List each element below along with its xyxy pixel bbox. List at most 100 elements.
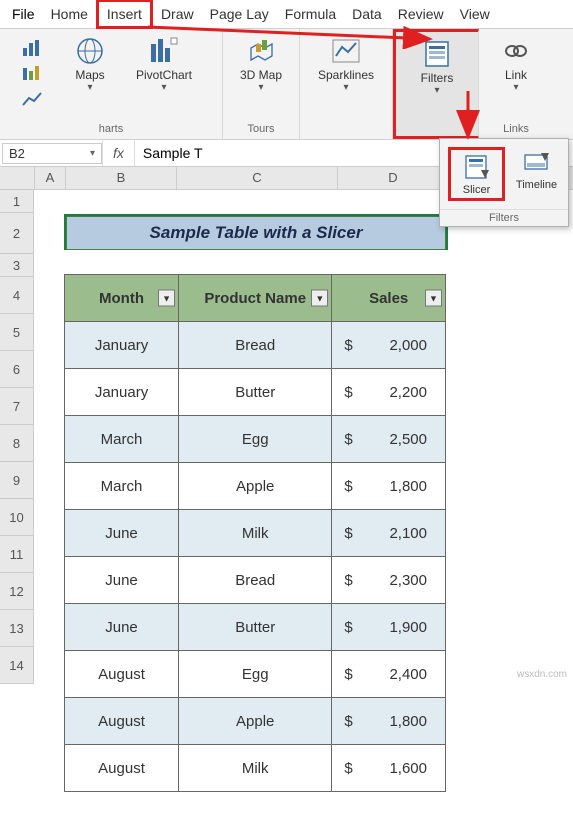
sparklines-button[interactable]: Sparklines ▾	[309, 33, 383, 95]
row-header[interactable]: 13	[0, 610, 34, 647]
cell-sales[interactable]: $2,100	[332, 510, 446, 557]
row-header[interactable]: 1	[0, 190, 34, 213]
cell-product[interactable]: Apple	[179, 463, 332, 510]
filter-dropdown-icon[interactable]: ▼	[425, 290, 442, 307]
chevron-down-icon: ▾	[258, 82, 263, 93]
cell-product[interactable]: Apple	[179, 698, 332, 745]
tab-view[interactable]: View	[452, 2, 498, 26]
cell-month[interactable]: January	[65, 369, 179, 416]
row-header[interactable]: 12	[0, 573, 34, 610]
panel-group-label: Filters	[440, 209, 568, 226]
cell-sales[interactable]: $2,000	[332, 322, 446, 369]
row-header[interactable]: 6	[0, 351, 34, 388]
cell-sales[interactable]: $2,200	[332, 369, 446, 416]
cell-product[interactable]: Bread	[179, 557, 332, 604]
cell-sales[interactable]: $2,400	[332, 651, 446, 698]
cell-product[interactable]: Butter	[179, 369, 332, 416]
ribbon-group-charts: Maps ▾ PivotChart ▾ harts	[0, 29, 223, 139]
cell-sales[interactable]: $1,800	[332, 698, 446, 745]
maps-label: Maps	[75, 69, 104, 82]
row-header[interactable]: 10	[0, 499, 34, 536]
table-header[interactable]: Product Name▼	[179, 275, 332, 322]
cell-month[interactable]: August	[65, 651, 179, 698]
filter-dropdown-icon[interactable]: ▼	[311, 290, 328, 307]
chevron-down-icon: ▾	[434, 85, 439, 96]
tab-draw[interactable]: Draw	[153, 2, 202, 26]
column-header[interactable]: B	[66, 167, 177, 189]
chevron-down-icon: ▾	[90, 148, 95, 159]
table-header[interactable]: Month▼	[65, 275, 179, 322]
name-box[interactable]: B2 ▾	[2, 143, 102, 164]
watermark: wsxdn.com	[517, 669, 567, 680]
cell-product[interactable]: Butter	[179, 604, 332, 651]
tab-home[interactable]: Home	[43, 2, 96, 26]
chart-type-icon[interactable]	[22, 37, 52, 59]
column-header[interactable]: D	[338, 167, 449, 189]
cell-month[interactable]: August	[65, 745, 179, 792]
tab-file[interactable]: File	[4, 2, 43, 26]
sparklines-icon	[330, 35, 362, 67]
tab-page lay[interactable]: Page Lay	[202, 2, 277, 26]
row-header[interactable]: 5	[0, 314, 34, 351]
row-headers: 1234567891011121314	[0, 190, 34, 684]
chart-type-icon[interactable]	[22, 63, 52, 85]
tab-formula[interactable]: Formula	[277, 2, 344, 26]
cell-product[interactable]: Bread	[179, 322, 332, 369]
name-box-value: B2	[9, 146, 25, 161]
chart-type-icon[interactable]	[22, 89, 52, 111]
table-row: AugustMilk$1,600	[65, 745, 446, 792]
ribbon: Maps ▾ PivotChart ▾ harts 3D Map ▾ To	[0, 29, 573, 140]
select-all-corner[interactable]	[0, 167, 35, 189]
row-header[interactable]: 11	[0, 536, 34, 573]
cell-month[interactable]: March	[65, 463, 179, 510]
pivotchart-button[interactable]: PivotChart ▾	[128, 33, 200, 95]
cell-month[interactable]: August	[65, 698, 179, 745]
link-label: Link	[505, 69, 527, 82]
pivotchart-icon	[148, 35, 180, 67]
cell-month[interactable]: January	[65, 322, 179, 369]
chevron-down-icon: ▾	[161, 82, 166, 93]
cell-product[interactable]: Egg	[179, 416, 332, 463]
cell-product[interactable]: Milk	[179, 745, 332, 792]
row-header[interactable]: 8	[0, 425, 34, 462]
cell-sales[interactable]: $1,800	[332, 463, 446, 510]
row-header[interactable]: 7	[0, 388, 34, 425]
column-header[interactable]: A	[35, 167, 66, 189]
fx-button[interactable]: fx	[102, 140, 135, 166]
cell-sales[interactable]: $1,600	[332, 745, 446, 792]
row-header[interactable]: 9	[0, 462, 34, 499]
3d-map-button[interactable]: 3D Map ▾	[231, 33, 291, 95]
column-header[interactable]: C	[177, 167, 338, 189]
cell-month[interactable]: June	[65, 604, 179, 651]
cell-product[interactable]: Egg	[179, 651, 332, 698]
cells-area[interactable]: Sample Table with a SlicerMonth▼Product …	[34, 190, 573, 670]
slicer-option[interactable]: Slicer	[448, 147, 505, 201]
row-header[interactable]: 4	[0, 277, 34, 314]
table-header[interactable]: Sales▼	[332, 275, 446, 322]
slicer-icon	[461, 152, 493, 184]
cell-month[interactable]: March	[65, 416, 179, 463]
cell-month[interactable]: June	[65, 557, 179, 604]
table-row: JanuaryButter$2,200	[65, 369, 446, 416]
table-row: AugustEgg$2,400	[65, 651, 446, 698]
group-label-links: Links	[503, 123, 529, 137]
cell-sales[interactable]: $1,900	[332, 604, 446, 651]
tab-data[interactable]: Data	[344, 2, 390, 26]
slicer-label: Slicer	[463, 184, 491, 196]
cell-product[interactable]: Milk	[179, 510, 332, 557]
spreadsheet: ABCDE 1234567891011121314 Sample Table w…	[0, 167, 573, 684]
row-header[interactable]: 14	[0, 647, 34, 684]
link-button[interactable]: Link ▾	[487, 33, 545, 95]
tab-insert[interactable]: Insert	[96, 0, 153, 29]
cell-sales[interactable]: $2,500	[332, 416, 446, 463]
row-header[interactable]: 2	[0, 213, 34, 254]
cell-month[interactable]: June	[65, 510, 179, 557]
chevron-down-icon: ▾	[87, 82, 92, 93]
filters-button[interactable]: Filters ▾	[405, 36, 469, 98]
row-header[interactable]: 3	[0, 254, 34, 277]
maps-button[interactable]: Maps ▾	[60, 33, 120, 95]
filter-dropdown-icon[interactable]: ▼	[158, 290, 175, 307]
timeline-option[interactable]: Timeline	[513, 147, 560, 201]
cell-sales[interactable]: $2,300	[332, 557, 446, 604]
tab-review[interactable]: Review	[390, 2, 452, 26]
